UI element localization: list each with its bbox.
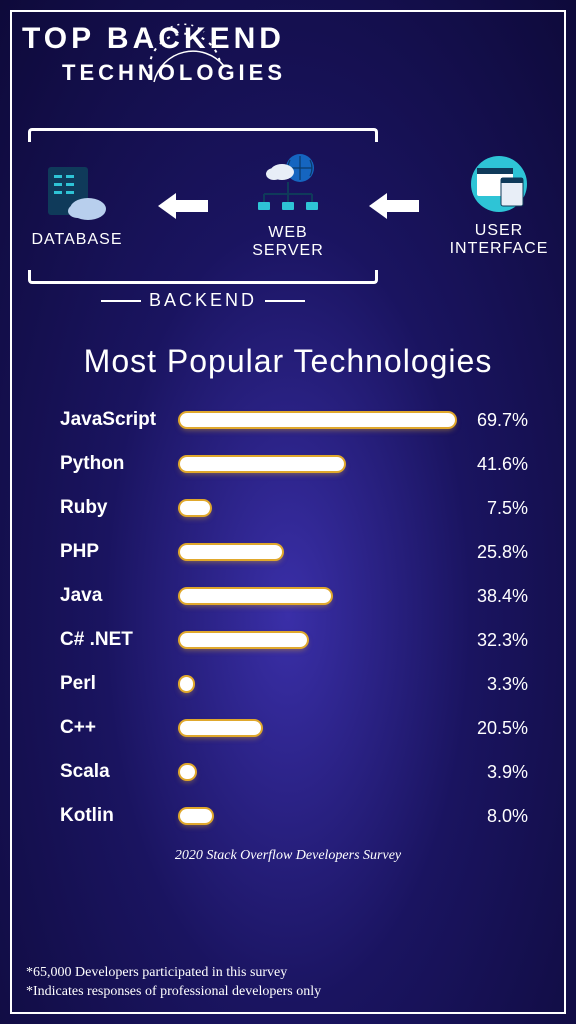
ui-label: USER INTERFACE <box>444 222 554 258</box>
chart-bar <box>180 809 212 823</box>
arrow-left-1 <box>153 191 213 221</box>
arrow-left-2 <box>364 191 424 221</box>
architecture-flow: DATABASE WEB SERVER <box>22 128 554 311</box>
footnotes: *65,000 Developers participated in this … <box>26 964 321 1002</box>
chart-bar <box>180 501 210 515</box>
chart-bar <box>180 633 307 647</box>
header-line1: TOP BACKEND <box>22 22 576 56</box>
chart-bar <box>180 677 193 691</box>
bracket-bottom <box>28 270 378 284</box>
chart-bar-track <box>180 589 456 603</box>
chart-bar <box>180 589 331 603</box>
chart-bar-track <box>180 457 456 471</box>
database-icon <box>42 163 112 223</box>
bracket-top <box>28 128 378 142</box>
chart-bar-track <box>180 633 456 647</box>
chart-bar-track <box>180 501 456 515</box>
chart-bar-track <box>180 721 456 735</box>
user-interface-icon <box>463 154 535 214</box>
arrow-left-icon <box>369 191 419 221</box>
footnote-2: *Indicates responses of professional dev… <box>26 983 321 1002</box>
chart-bar <box>180 765 195 779</box>
ui-node: USER INTERFACE <box>444 154 554 258</box>
footnote-1: *65,000 Developers participated in this … <box>26 964 321 983</box>
webserver-label: WEB SERVER <box>233 224 343 260</box>
arrow-left-icon <box>158 191 208 221</box>
chart-bar <box>180 413 455 427</box>
chart-bar <box>180 457 344 471</box>
chart-bar <box>180 545 282 559</box>
chart-bar-track <box>180 765 456 779</box>
chart-bar-track <box>180 677 456 691</box>
header-line2: TECHNOLOGIES <box>62 60 576 86</box>
chart-bar-track <box>180 413 456 427</box>
chart-bar-track <box>180 545 456 559</box>
backend-label: BACKEND <box>22 290 384 311</box>
webserver-icon <box>248 152 328 216</box>
webserver-node: WEB SERVER <box>233 152 343 260</box>
database-label: DATABASE <box>22 231 132 249</box>
chart-bar-track <box>180 809 456 823</box>
database-node: DATABASE <box>22 163 132 249</box>
chart-bar <box>180 721 261 735</box>
header: TOP BACKEND TECHNOLOGIES <box>0 0 576 110</box>
